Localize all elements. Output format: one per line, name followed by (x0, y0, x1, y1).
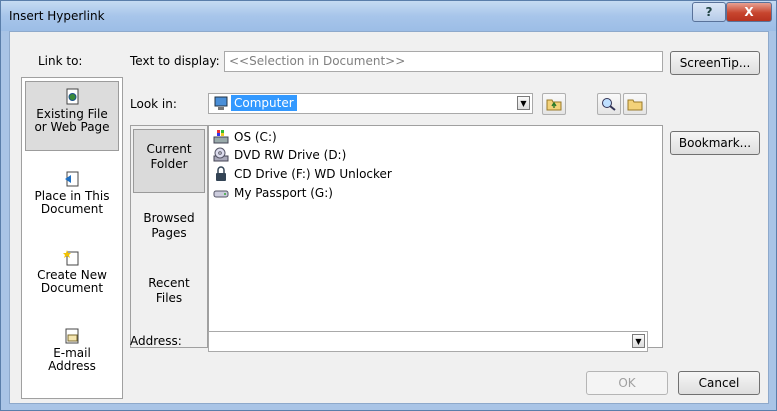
email-address-icon (65, 328, 79, 344)
look-in-value: Computer (231, 95, 297, 111)
cd-drive-icon (216, 166, 226, 181)
current-folder-tab[interactable]: Current Folder (133, 129, 205, 193)
list-item[interactable]: OS (C:) (213, 128, 277, 146)
address-input[interactable]: ▼ (208, 331, 648, 352)
browsed-pages-tab[interactable]: Browsed Pages (133, 211, 205, 241)
ok-button[interactable]: OK (586, 371, 668, 395)
file-item-name: My Passport (G:) (234, 186, 333, 200)
dialog-title: Insert Hyperlink (9, 9, 105, 23)
link-to-bar: Existing File or Web Page Place in This … (21, 77, 123, 399)
screentip-button[interactable]: ScreenTip... (670, 51, 760, 75)
recent-files-tab[interactable]: Recent Files (133, 276, 205, 306)
browse-location-bar: Current Folder Browsed Pages Recent File… (130, 125, 208, 348)
link-to-email-address[interactable]: E-mail Address (25, 321, 119, 391)
up-one-folder-button[interactable] (542, 93, 566, 115)
file-item-name: OS (C:) (234, 130, 277, 144)
up-folder-icon (546, 99, 562, 111)
link-item-label-line1: E-mail (53, 346, 91, 360)
link-to-place-in-document[interactable]: Place in This Document (25, 164, 119, 234)
look-in-select[interactable]: Computer ▼ (208, 93, 533, 114)
chevron-down-icon[interactable]: ▼ (632, 334, 645, 348)
file-list: OS (C:) DVD RW Drive (D:) CD Drive (F:) … (208, 125, 663, 348)
file-item-name: DVD RW Drive (D:) (234, 148, 347, 162)
help-button[interactable]: ? (692, 2, 726, 22)
side-item-label-line1: Recent (148, 276, 190, 290)
browse-web-button[interactable] (597, 93, 621, 115)
computer-icon (214, 96, 228, 110)
bookmark-button[interactable]: Bookmark... (670, 131, 760, 155)
link-to-existing-file[interactable]: Existing File or Web Page (25, 81, 119, 151)
side-item-label-line1: Browsed (143, 211, 195, 225)
browse-file-button[interactable] (623, 93, 647, 115)
list-item[interactable]: DVD RW Drive (D:) (213, 146, 346, 164)
text-to-display-input[interactable]: <<Selection in Document>> (224, 51, 663, 72)
link-item-label-line1: Existing File (36, 107, 108, 121)
browse-web-icon (602, 98, 616, 111)
place-in-document-icon (65, 171, 79, 187)
side-item-label-line2: Files (155, 291, 183, 305)
link-item-label-line2: Document (40, 202, 104, 216)
file-item-name: CD Drive (F:) WD Unlocker (234, 167, 392, 181)
address-label: Address: (130, 334, 182, 348)
side-item-label-line1: Current (146, 142, 192, 156)
dvd-drive-icon (213, 147, 229, 162)
folder-icon (627, 99, 643, 111)
close-button[interactable]: X (726, 2, 772, 22)
list-item[interactable]: My Passport (G:) (213, 184, 333, 202)
title-bar: Insert Hyperlink ? X (1, 1, 776, 31)
close-icon: X (744, 5, 754, 19)
link-item-label-line2: or Web Page (34, 120, 110, 134)
existing-file-icon (66, 88, 79, 105)
link-to-create-new-document[interactable]: Create New Document (25, 243, 119, 313)
side-item-label-line2: Pages (151, 226, 187, 240)
dialog-body: Link to: Existing File or Web Page Place… (9, 31, 769, 404)
text-to-display-value: <<Selection in Document>> (229, 54, 406, 68)
chevron-down-icon[interactable]: ▼ (517, 96, 530, 110)
link-item-label-line1: Place in This (34, 189, 110, 203)
link-item-label-line2: Address (48, 359, 96, 373)
list-item[interactable]: CD Drive (F:) WD Unlocker (213, 165, 392, 183)
text-to-display-label: Text to display: (130, 54, 220, 68)
look-in-label: Look in: (130, 97, 177, 111)
external-drive-icon (213, 190, 229, 198)
side-item-label-line2: Folder (150, 157, 188, 171)
os-drive-icon (213, 130, 229, 144)
insert-hyperlink-dialog: Insert Hyperlink ? X Link to: Existing F… (0, 0, 777, 411)
cancel-button[interactable]: Cancel (678, 371, 760, 395)
link-item-label-line1: Create New (37, 268, 107, 282)
link-to-label: Link to: (38, 54, 83, 68)
create-document-icon (63, 250, 79, 266)
link-item-label-line2: Document (40, 281, 104, 295)
help-icon: ? (705, 5, 713, 19)
